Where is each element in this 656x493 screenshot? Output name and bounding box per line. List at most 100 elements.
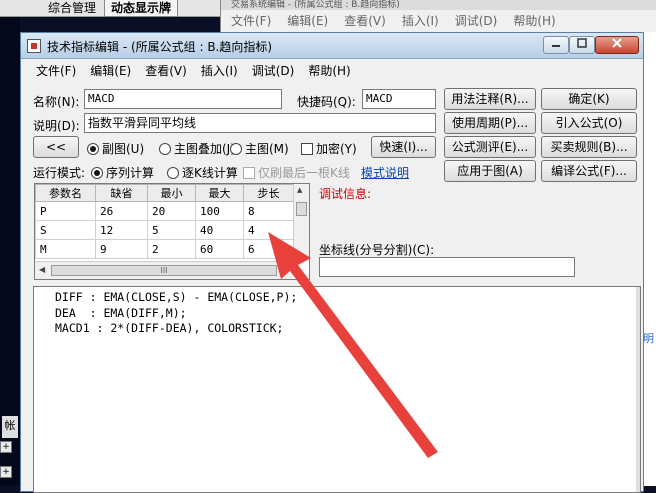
background-window-title: 交易系统编辑 - (所属公式组 : B.趋向指标): [221, 0, 656, 10]
menu-insert[interactable]: 插入(I): [194, 60, 245, 82]
editor-scrollbar[interactable]: [636, 287, 640, 492]
checkbox-icon: [301, 142, 313, 155]
radio-bar-by-bar[interactable]: 逐K线计算: [167, 164, 238, 181]
code-line[interactable]: DIFF : EMA(CLOSE,S) - EMA(CLOSE,P);: [55, 290, 297, 306]
run-mode-label: 运行模式:: [33, 166, 86, 180]
title-bar[interactable]: 技术指标编辑 - (所属公式组 : B.趋向指标): [21, 33, 643, 59]
quick-speed-button[interactable]: 快速(I)...: [371, 136, 436, 158]
table-row[interactable]: M 9 2 60 6: [35, 239, 294, 259]
description-input[interactable]: 指数平滑异同平均线: [84, 113, 436, 133]
usage-note-button[interactable]: 用法注释(R)...: [444, 88, 536, 110]
table-cell[interactable]: 26: [95, 201, 148, 221]
table-horizontal-scrollbar[interactable]: ◀ III ▶: [35, 261, 293, 279]
background-window-menu: 文件(F) 编辑(E) 查看(V) 插入(I) 调试(D) 帮助(H): [221, 10, 656, 32]
last-bar-only-checkbox: 仅刷最后一根K线: [243, 164, 350, 181]
bg-menu-edit[interactable]: 编辑(E): [287, 10, 328, 32]
coordinate-lines-input[interactable]: [319, 257, 575, 277]
code-line[interactable]: DEA : EMA(DIFF,M);: [55, 306, 297, 322]
table-cell[interactable]: 40: [195, 220, 244, 240]
table-cell[interactable]: 6: [243, 239, 294, 259]
name-label: 名称(N):: [33, 95, 80, 109]
apply-to-chart-button[interactable]: 应用于图(A): [444, 160, 536, 182]
radio-sub-chart-label: 副图(U): [102, 142, 145, 156]
usage-period-button[interactable]: 使用周期(P)...: [444, 112, 536, 134]
bg-menu-insert[interactable]: 插入(I): [402, 10, 439, 32]
column-header[interactable]: 最小: [147, 184, 196, 202]
mode-help-link[interactable]: 模式说明: [361, 164, 409, 181]
tab-dynamic-display[interactable]: 动态显示牌: [104, 0, 179, 17]
parameter-grid: 参数名 缺省 最小 最大 步长 P 26 20 100 8 S 12 5 40 …: [35, 184, 294, 259]
shortcut-input[interactable]: MACD: [362, 89, 436, 109]
radio-checked-icon: [91, 166, 103, 179]
background-link[interactable]: 明: [643, 330, 654, 346]
menu-edit[interactable]: 编辑(E): [83, 60, 138, 82]
tab-comprehensive[interactable]: 综合管理: [42, 0, 102, 17]
maximize-button[interactable]: [569, 36, 595, 54]
collapse-button[interactable]: <<: [33, 136, 79, 158]
menu-debug[interactable]: 调试(D): [245, 60, 302, 82]
description-label: 说明(D):: [33, 119, 80, 133]
compile-formula-button[interactable]: 编译公式(F)...: [541, 160, 637, 182]
column-header[interactable]: 最大: [195, 184, 244, 202]
background-window: 交易系统编辑 - (所属公式组 : B.趋向指标) 文件(F) 编辑(E) 查看…: [220, 0, 656, 36]
bg-menu-debug[interactable]: 调试(D): [455, 10, 498, 32]
debug-info-label: 调试信息:: [319, 187, 372, 201]
bg-menu-view[interactable]: 查看(V): [344, 10, 386, 32]
close-button[interactable]: [595, 36, 639, 54]
table-vertical-scrollbar[interactable]: ▲: [293, 184, 309, 261]
table-cell[interactable]: P: [35, 201, 96, 221]
table-cell[interactable]: 2: [147, 239, 196, 259]
code-text[interactable]: DIFF : EMA(CLOSE,S) - EMA(CLOSE,P); DEA :…: [55, 290, 297, 337]
menu-bar: 文件(F) 编辑(E) 查看(V) 插入(I) 调试(D) 帮助(H): [21, 60, 643, 82]
confirm-button[interactable]: 确定(K): [541, 88, 637, 110]
side-label: 帐: [2, 416, 18, 438]
table-cell[interactable]: 8: [243, 201, 294, 221]
radio-sub-chart[interactable]: 副图(U): [87, 140, 144, 157]
table-cell[interactable]: 100: [195, 201, 244, 221]
code-line[interactable]: MACD1 : 2*(DIFF-DEA), COLORSTICK;: [55, 321, 297, 337]
menu-view[interactable]: 查看(V): [138, 60, 194, 82]
radio-main-chart[interactable]: 主图(M): [230, 140, 289, 157]
column-header[interactable]: 参数名: [35, 184, 96, 202]
scroll-right-icon[interactable]: ▶: [281, 265, 287, 274]
close-icon: [612, 38, 622, 48]
parameter-table: 参数名 缺省 最小 最大 步长 P 26 20 100 8 S 12 5 40 …: [34, 183, 310, 280]
scroll-left-icon[interactable]: ◀: [39, 265, 45, 274]
minimize-icon: [552, 45, 560, 47]
table-row[interactable]: S 12 5 40 4: [35, 220, 294, 240]
formula-test-button[interactable]: 公式测评(E)...: [444, 136, 536, 158]
table-cell[interactable]: 4: [243, 220, 294, 240]
table-cell[interactable]: 5: [147, 220, 196, 240]
bg-menu-file[interactable]: 文件(F): [231, 10, 271, 32]
encrypt-label: 加密(Y): [316, 142, 357, 156]
table-cell[interactable]: S: [35, 220, 96, 240]
expand-icon[interactable]: +: [0, 466, 12, 478]
column-header[interactable]: 缺省: [95, 184, 148, 202]
formula-code-editor[interactable]: DIFF : EMA(CLOSE,S) - EMA(CLOSE,P); DEA :…: [33, 286, 641, 493]
radio-sequential[interactable]: 序列计算: [91, 164, 154, 181]
radio-main-overlay-label: 主图叠加(J): [174, 142, 235, 156]
radio-unchecked-icon: [167, 166, 179, 179]
menu-file[interactable]: 文件(F): [29, 60, 83, 82]
table-cell[interactable]: 20: [147, 201, 196, 221]
table-cell[interactable]: M: [35, 239, 96, 259]
column-header[interactable]: 步长: [243, 184, 294, 202]
table-cell[interactable]: 12: [95, 220, 148, 240]
minimize-button[interactable]: [543, 36, 569, 54]
radio-unchecked-icon: [159, 142, 171, 155]
scroll-up-icon[interactable]: ▲: [297, 186, 302, 194]
name-input[interactable]: MACD: [84, 89, 282, 109]
menu-help[interactable]: 帮助(H): [301, 60, 357, 82]
expand-icon[interactable]: +: [0, 441, 12, 453]
bg-menu-help[interactable]: 帮助(H): [513, 10, 555, 32]
table-cell[interactable]: 60: [195, 239, 244, 259]
table-cell[interactable]: 9: [95, 239, 148, 259]
radio-bar-by-bar-label: 逐K线计算: [182, 166, 238, 180]
scroll-thumb[interactable]: [296, 202, 307, 216]
table-row[interactable]: P 26 20 100 8: [35, 201, 294, 221]
encrypt-checkbox[interactable]: 加密(Y): [301, 140, 357, 157]
import-formula-button[interactable]: 引入公式(O): [541, 112, 637, 134]
trade-rules-button[interactable]: 买卖规则(B)...: [541, 136, 637, 158]
scroll-thumb[interactable]: III: [51, 265, 277, 276]
radio-main-overlay[interactable]: 主图叠加(J): [159, 140, 235, 157]
